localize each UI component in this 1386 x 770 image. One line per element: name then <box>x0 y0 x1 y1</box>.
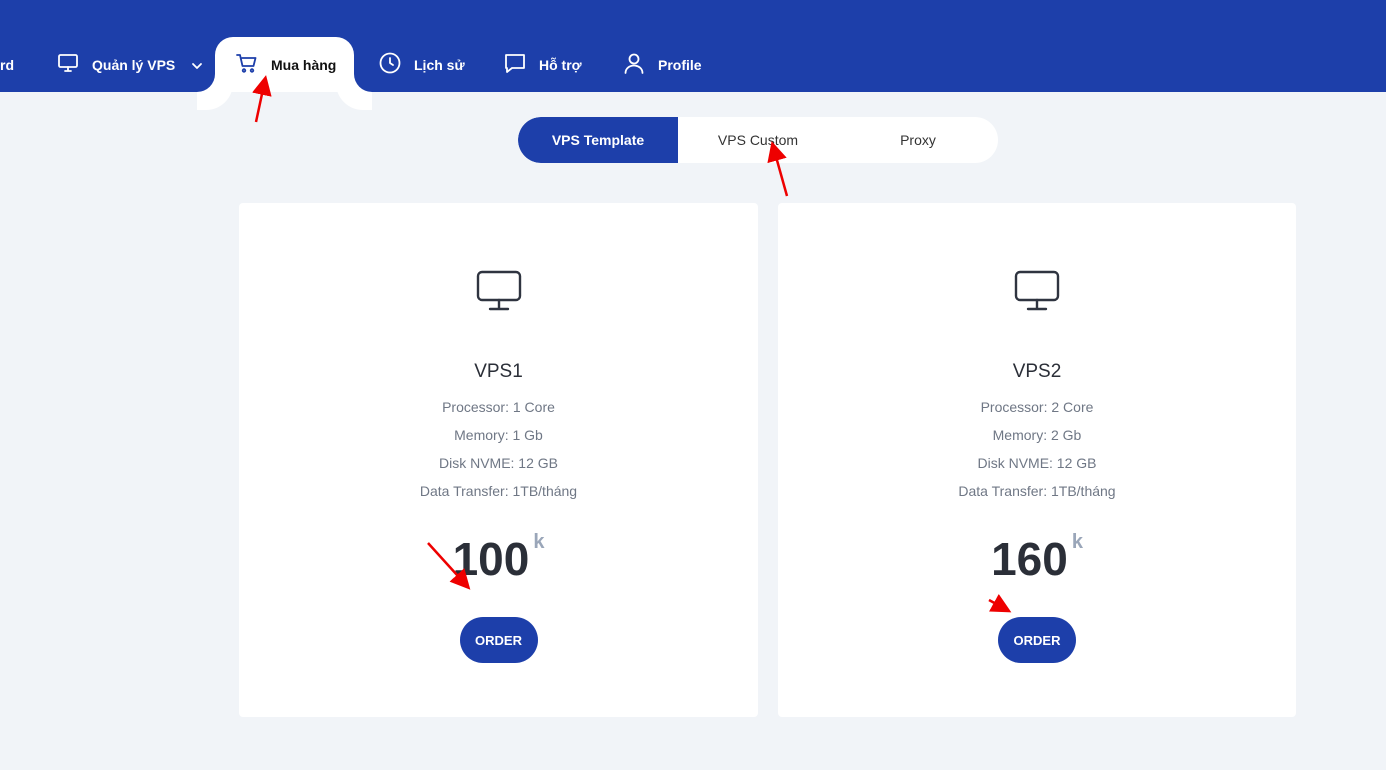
spec-memory: Memory: 1 Gb <box>454 427 543 443</box>
spec-memory: Memory: 2 Gb <box>992 427 1082 443</box>
nav-item-profile[interactable]: Profile <box>622 37 702 92</box>
spec-disk: Disk NVME: 12 GB <box>977 455 1097 471</box>
spec-data-transfer: Data Transfer: 1TB/tháng <box>958 483 1116 499</box>
nav-item-label: Mua hàng <box>271 56 337 73</box>
nav-item-label: Profile <box>658 56 702 73</box>
cart-icon <box>235 51 259 78</box>
nav-item-label: Hỗ trợ <box>539 56 582 73</box>
plan-specs: Processor: 2 Core Memory: 2 Gb Disk NVME… <box>958 393 1115 505</box>
plan-card-vps1: VPS1 Processor: 1 Core Memory: 1 Gb Disk… <box>239 203 758 717</box>
spec-disk: Disk NVME: 12 GB <box>438 455 558 471</box>
top-navigation-bar: rd Quản lý VPS Mua hàng Lịch sử Hỗ trợ P… <box>0 0 1386 92</box>
nav-item-dashboard[interactable]: rd <box>0 37 14 92</box>
clock-icon <box>378 51 402 78</box>
price-value: 100 <box>452 533 530 585</box>
user-icon <box>622 51 646 78</box>
nav-item-vps-management[interactable]: Quản lý VPS <box>56 37 203 92</box>
tab-vps-custom[interactable]: VPS Custom <box>678 117 838 163</box>
spec-processor: Processor: 2 Core <box>980 399 1094 415</box>
order-button[interactable]: ORDER <box>998 617 1076 663</box>
price-unit: k <box>533 531 545 553</box>
nav-item-history[interactable]: Lịch sử <box>378 37 465 92</box>
monitor-icon <box>56 51 80 78</box>
chat-icon <box>503 51 527 78</box>
nav-item-label: Quản lý VPS <box>92 56 176 73</box>
nav-item-support[interactable]: Hỗ trợ <box>503 37 582 92</box>
plan-name: VPS1 <box>474 361 523 382</box>
price-value: 160 <box>991 533 1068 585</box>
plan-price: 100 k <box>452 531 545 585</box>
plan-card-vps2: VPS2 Processor: 2 Core Memory: 2 Gb Disk… <box>778 203 1296 717</box>
nav-item-label: Lịch sử <box>414 56 465 73</box>
monitor-icon <box>475 269 523 313</box>
plan-price: 160 k <box>991 531 1083 585</box>
tab-proxy[interactable]: Proxy <box>838 117 998 163</box>
order-button[interactable]: ORDER <box>459 617 538 663</box>
plan-specs: Processor: 1 Core Memory: 1 Gb Disk NVME… <box>420 393 577 505</box>
monitor-icon <box>1013 269 1061 313</box>
product-type-tabs: VPS Template VPS Custom Proxy <box>518 117 998 163</box>
plan-name: VPS2 <box>1012 361 1062 382</box>
spec-data-transfer: Data Transfer: 1TB/tháng <box>419 483 578 499</box>
nav-item-purchase[interactable]: Mua hàng <box>215 37 354 92</box>
nav-item-label: rd <box>0 56 14 73</box>
price-unit: k <box>1071 531 1083 553</box>
spec-processor: Processor: 1 Core <box>442 399 555 415</box>
tab-vps-template[interactable]: VPS Template <box>518 117 678 163</box>
chevron-down-icon <box>189 59 203 71</box>
